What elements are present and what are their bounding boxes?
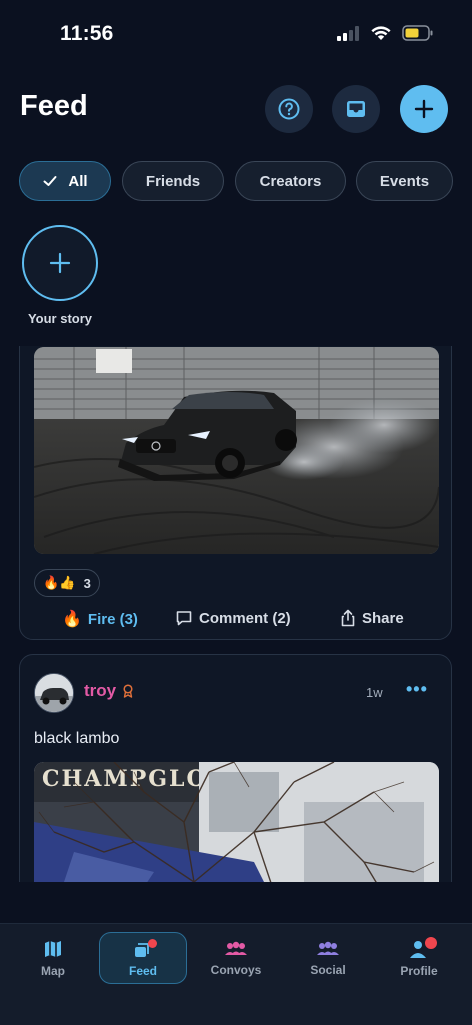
comment-label: Comment (2) (199, 609, 291, 627)
status-icons (336, 25, 434, 41)
tab-feed[interactable]: Feed (99, 932, 187, 984)
tab-social[interactable]: Social (284, 932, 372, 984)
award-badge-icon (123, 684, 133, 698)
fire-label: Fire (3) (87, 610, 138, 628)
tab-label: Convoys (210, 962, 262, 977)
fire-button[interactable]: 🔥 Fire (3) (62, 609, 138, 629)
story-label: Your story (27, 311, 93, 326)
filter-chip-friends[interactable]: Friends (122, 161, 224, 201)
building-trees-photo: CHAMPGLOW (34, 762, 439, 882)
post-image[interactable]: CHAMPGLOW (34, 762, 439, 882)
username: troy (84, 681, 117, 700)
share-icon (341, 609, 355, 627)
notification-badge (425, 937, 437, 949)
car-photo (34, 347, 439, 554)
post-time: 1w (366, 685, 383, 700)
post-caption: black lambo (34, 730, 120, 747)
battery-icon (402, 25, 433, 41)
avatar[interactable] (34, 673, 74, 713)
comment-button[interactable]: Comment (2) (175, 609, 291, 627)
inbox-button[interactable] (332, 85, 380, 133)
wifi-icon (371, 26, 391, 40)
filter-label: All (68, 172, 88, 190)
signal-icon (337, 26, 359, 41)
question-icon (278, 98, 300, 120)
tab-label: Feed (128, 963, 157, 978)
share-button[interactable]: Share (340, 609, 404, 627)
post-card: 🔥👍 3 🔥 Fire (3) Comment (2) Share (19, 346, 452, 640)
map-icon (45, 940, 61, 957)
post-image[interactable] (34, 347, 439, 554)
plus-icon (49, 252, 71, 274)
tab-label: Profile (400, 963, 438, 978)
filter-label: Events (379, 172, 430, 190)
reaction-count: 3 (83, 575, 91, 591)
more-options-button[interactable]: ••• (406, 679, 428, 700)
reaction-emoji-icon: 🔥👍 (43, 575, 76, 590)
page-title: Feed (20, 90, 88, 122)
fire-icon: 🔥 (62, 611, 82, 628)
tab-bar: Map Feed Convoys Social Profile (0, 923, 472, 1025)
tab-label: Map (41, 963, 65, 978)
filter-chip-all[interactable]: All (19, 161, 111, 201)
check-icon (43, 176, 57, 186)
post-author[interactable]: troy (84, 681, 134, 701)
tab-convoys[interactable]: Convoys (192, 932, 280, 984)
comment-icon (176, 611, 192, 626)
group-icon (317, 941, 339, 955)
filter-chip-creators[interactable]: Creators (235, 161, 346, 201)
filter-chip-events[interactable]: Events (356, 161, 453, 201)
create-post-button[interactable] (400, 85, 448, 133)
group-icon (225, 941, 247, 955)
feed-list[interactable]: 🔥👍 3 🔥 Fire (3) Comment (2) Share troy 1… (0, 346, 472, 882)
plus-icon (414, 99, 434, 119)
share-label: Share (362, 609, 404, 627)
filter-label: Friends (145, 172, 201, 190)
avatar-car-photo (35, 674, 73, 712)
tab-map[interactable]: Map (9, 932, 97, 984)
status-time: 11:56 (60, 22, 114, 45)
help-button[interactable] (265, 85, 313, 133)
inbox-icon (347, 101, 365, 117)
reaction-summary[interactable]: 🔥👍 3 (34, 569, 100, 597)
tab-label: Social (310, 962, 346, 977)
add-story-button[interactable] (22, 225, 98, 301)
notification-badge (148, 939, 157, 948)
tab-profile[interactable]: Profile (375, 932, 463, 984)
filter-label: Creators (259, 172, 322, 190)
post-card: troy 1w ••• black lambo CHAMPGLOW (19, 654, 452, 882)
